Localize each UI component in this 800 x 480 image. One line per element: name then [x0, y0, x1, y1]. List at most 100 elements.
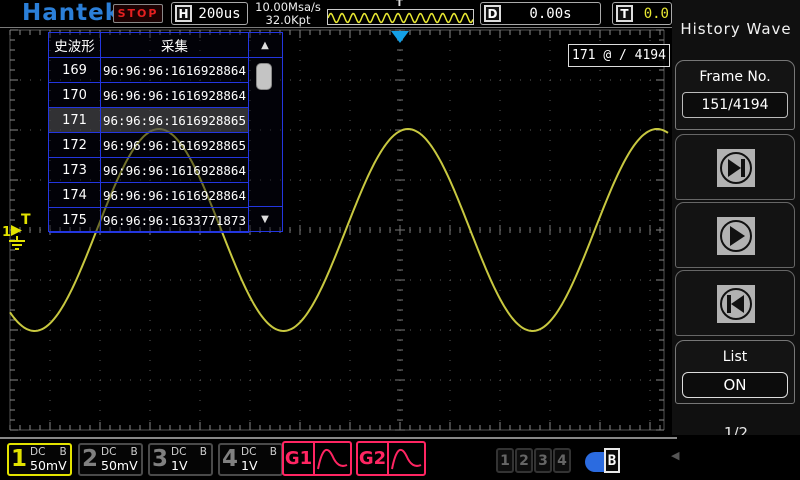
digital-channel-1[interactable]: 1: [496, 448, 514, 473]
coupling-label: DC: [101, 446, 116, 458]
g1-indicator[interactable]: G1: [282, 441, 352, 476]
trigger-level-indicator[interactable]: T 0.0: [612, 2, 672, 25]
capture-time-cell: 96:96:96:1633771873: [101, 208, 249, 233]
coupling-label: DC: [171, 446, 186, 458]
capture-time-cell: 96:96:96:1616928864: [101, 58, 249, 83]
capture-time-cell: 96:96:96:1616928864: [101, 183, 249, 208]
list-label: List: [676, 349, 794, 365]
history-row-171[interactable]: 17196:96:96:1616928865: [49, 108, 249, 133]
column-header-frame: 史波形: [49, 33, 101, 58]
trigger-position-marker[interactable]: [391, 31, 409, 43]
channel-4-indicator[interactable]: 4DC B1V: [218, 443, 283, 476]
digital-channel-3[interactable]: 3: [534, 448, 552, 473]
list-toggle-section[interactable]: List ON: [675, 340, 795, 404]
skip-forward-icon: [717, 149, 755, 187]
frame-no-cell: 173: [49, 158, 101, 183]
channel-2-indicator[interactable]: 2DC B50mV: [78, 443, 143, 476]
generator-label: G2: [358, 443, 389, 474]
scroll-down-button[interactable]: ▼: [248, 206, 282, 231]
timebase-icon: H: [175, 5, 192, 22]
bottombar-separator: [0, 437, 677, 439]
timebase-value: 200us: [192, 6, 247, 22]
bw-limit-label: B: [270, 446, 277, 458]
hantek-logo: Hantek: [22, 0, 121, 26]
channel-number: 3: [150, 445, 168, 474]
volt-scale: 50mV: [30, 458, 67, 473]
frame-number-section[interactable]: Frame No. 151/4194: [675, 60, 795, 130]
waveform-preview-strip[interactable]: [327, 9, 474, 25]
play-icon: [717, 217, 755, 255]
trigger-icon: T: [616, 5, 633, 22]
channel-number: 1: [9, 445, 27, 474]
coupling-label: DC: [241, 446, 256, 458]
previous-frame-button[interactable]: [675, 270, 795, 336]
preview-wave-icon: [328, 11, 473, 25]
trigger-level-marker-label[interactable]: T: [21, 212, 31, 228]
top-status-bar: Hantek STOP H 200us 10.00Msa/s 32.0Kpt T…: [0, 0, 672, 28]
history-table: 史波形 采集 16996:96:96:161692886417096:96:96…: [48, 32, 283, 232]
memory-depth-value: 32.0Kpt: [250, 14, 326, 27]
capture-time-cell: 96:96:96:1616928864: [101, 158, 249, 183]
digital-channel-4[interactable]: 4: [553, 448, 571, 473]
timebase-indicator[interactable]: H 200us: [171, 2, 248, 25]
history-row-172[interactable]: 17296:96:96:1616928865: [49, 133, 249, 158]
history-row-173[interactable]: 17396:96:96:1616928864: [49, 158, 249, 183]
capture-time-cell: 96:96:96:1616928865: [101, 133, 249, 158]
digital-channel-2[interactable]: 2: [515, 448, 533, 473]
sample-rate: 10.00Msa/s 32.0Kpt: [250, 1, 326, 27]
oscilloscope-screen: Hantek STOP H 200us 10.00Msa/s 32.0Kpt T…: [0, 0, 800, 480]
collapse-arrow-icon[interactable]: ◀: [671, 449, 679, 462]
volt-scale: 1V: [241, 458, 277, 473]
channel-number: 2: [80, 445, 98, 474]
channel-1-indicator[interactable]: 1DC B50mV: [7, 443, 72, 476]
scroll-up-button[interactable]: ▲: [248, 33, 282, 58]
frame-no-cell: 169: [49, 58, 101, 83]
delay-indicator[interactable]: D 0.00s: [480, 2, 601, 25]
skip-back-icon: [717, 285, 755, 323]
g2-indicator[interactable]: G2: [356, 441, 426, 476]
bottom-status-bar: 1DCB50mV2DCB50mV3DCB1V4DCB1V G1G2 1234 B…: [0, 435, 800, 480]
capture-time-cell: 96:96:96:1616928864: [101, 83, 249, 108]
run-state-button[interactable]: STOP: [113, 4, 163, 23]
frame-number-label: Frame No.: [676, 69, 794, 85]
history-row-170[interactable]: 17096:96:96:1616928864: [49, 83, 249, 108]
list-on-button[interactable]: ON: [682, 372, 788, 398]
frame-number-value[interactable]: 151/4194: [682, 92, 788, 118]
preview-trigger-marker: T: [396, 0, 403, 9]
history-row-174[interactable]: 17496:96:96:1616928864: [49, 183, 249, 208]
frame-no-cell: 171: [49, 108, 101, 133]
channel-number: 4: [220, 445, 238, 474]
generator-label: G1: [284, 443, 315, 474]
channel1-level-marker[interactable]: 1: [2, 225, 11, 240]
menu-title: History Wave: [672, 20, 800, 38]
next-frame-button[interactable]: [675, 134, 795, 200]
history-row-175[interactable]: 17596:96:96:1633771873: [49, 208, 249, 233]
frame-no-cell: 175: [49, 208, 101, 233]
bw-limit-label: B: [59, 446, 66, 458]
sine-icon: [315, 443, 350, 474]
frame-no-cell: 170: [49, 83, 101, 108]
play-button[interactable]: [675, 202, 795, 268]
trigger-value: 0.0: [633, 6, 671, 22]
channel-3-indicator[interactable]: 3DC B1V: [148, 443, 213, 476]
history-row-169[interactable]: 16996:96:96:1616928864: [49, 58, 249, 83]
history-table-scrollbar[interactable]: ▲ ▼: [248, 33, 282, 231]
history-table-body: 16996:96:96:161692886417096:96:96:161692…: [49, 58, 249, 233]
coupling-label: DC: [30, 446, 45, 458]
side-menu-panel: History Wave Frame No. 151/4194: [672, 0, 800, 480]
history-table-header: 史波形 采集: [49, 33, 249, 58]
frame-no-cell: 174: [49, 183, 101, 208]
capture-time-cell: 96:96:96:1616928865: [101, 108, 249, 133]
scrollbar-thumb[interactable]: [256, 63, 272, 90]
delay-icon: D: [484, 5, 501, 22]
bw-limit-label: B: [130, 446, 137, 458]
bus-digit-indicator: B: [604, 448, 620, 473]
frame-position-indicator: 171 @ / 4194: [568, 44, 670, 67]
delay-value: 0.00s: [501, 6, 600, 22]
volt-scale: 50mV: [101, 458, 138, 473]
bw-limit-label: B: [200, 446, 207, 458]
frame-no-cell: 172: [49, 133, 101, 158]
column-header-capture: 采集: [101, 33, 249, 58]
volt-scale: 1V: [171, 458, 207, 473]
sine-icon: [389, 443, 424, 474]
